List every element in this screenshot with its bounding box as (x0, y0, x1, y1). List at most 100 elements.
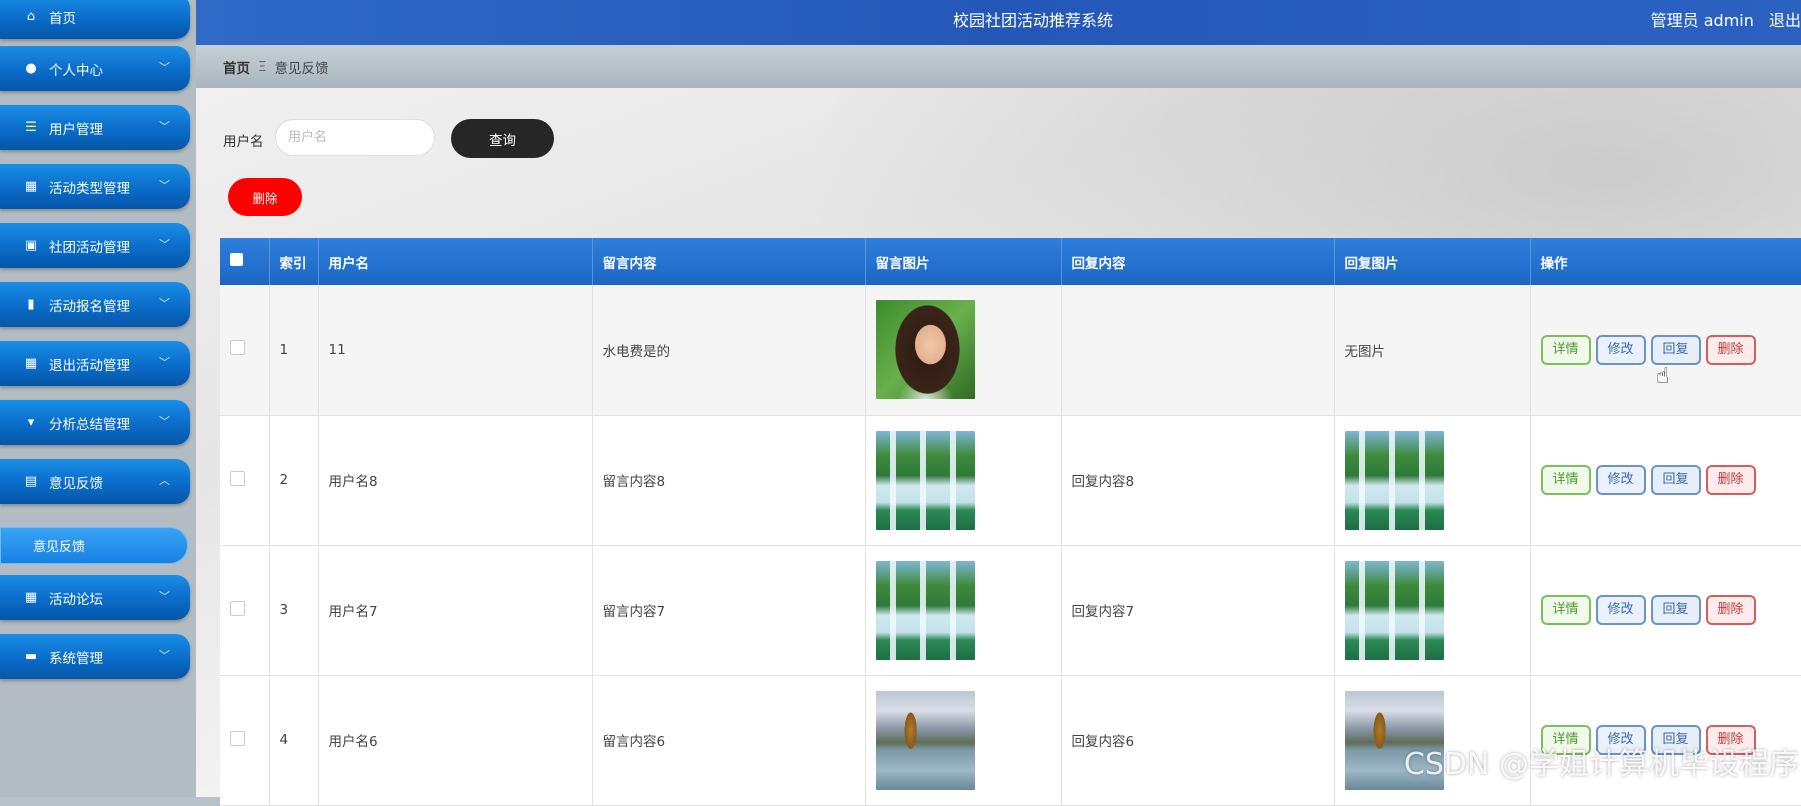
sidebar-item-activity-type[interactable]: ▦ 活动类型管理 ﹀ (0, 164, 190, 209)
edit-button[interactable]: 修改 (1595, 595, 1646, 625)
chevron-down-icon: ﹀ (159, 297, 170, 310)
cell-image (865, 545, 1062, 676)
lake-photo (875, 690, 975, 790)
chevron-down-icon: ﹀ (159, 179, 170, 192)
sidebar-item-activity-signup[interactable]: ▮ 活动报名管理 ﹀ (0, 282, 190, 327)
chevron-down-icon: ﹀ (159, 356, 170, 369)
cell-index: 4 (269, 675, 319, 806)
username-search-input[interactable] (275, 119, 435, 156)
cell-index: 2 (269, 415, 319, 546)
sidebar-item-label: 首页 (49, 10, 76, 27)
sidebar-item-label: 退出活动管理 (49, 357, 130, 374)
cell-actions: 详情 修改 回复 删除 (1530, 415, 1801, 546)
sidebar-subitem-feedback[interactable]: 意见反馈 (0, 527, 188, 564)
column-header[interactable]: 用户名 (318, 238, 593, 285)
column-header[interactable]: 留言图片 (865, 238, 1062, 285)
sidebar-item-label: 活动报名管理 (49, 298, 130, 315)
cell-image (865, 415, 1062, 546)
column-header[interactable]: 索引 (269, 238, 319, 285)
sidebar-item-label: 个人中心 (49, 62, 103, 79)
breadcrumb-home[interactable]: 首页 (223, 57, 250, 77)
sidebar-item-label: 意见反馈 (49, 475, 103, 492)
sidebar-item-quit-activity[interactable]: ▦ 退出活动管理 ﹀ (0, 341, 190, 386)
row-checkbox[interactable] (230, 600, 245, 616)
cell-reply-image: 无图片 (1334, 285, 1531, 416)
cell-username: 11 (318, 285, 593, 416)
chevron-up-icon: ︿ (159, 474, 170, 487)
column-header: 操作 (1530, 238, 1801, 285)
sidebar-item-personal-center[interactable]: ● 个人中心 ﹀ (0, 46, 190, 91)
chevron-down-icon: ﹀ (159, 415, 170, 428)
edit-button[interactable]: 修改 (1595, 465, 1646, 495)
waterfall-photo (875, 430, 975, 530)
sidebar: ⌂ 首页 ● 个人中心 ﹀ ☰ 用户管理 ﹀ ▦ 活动类型管理 ﹀ ▣ 社团活动… (0, 0, 196, 797)
feedback-table: 索引 用户名 留言内容 留言图片 回复内容 回复图片 操作 1 11 水电费是的… (220, 238, 1801, 806)
clipboard-icon: ▣ (24, 238, 38, 253)
portrait-photo (875, 300, 975, 400)
logout-link[interactable]: 退出 (1769, 11, 1801, 30)
sidebar-item-label: 系统管理 (49, 650, 103, 667)
delete-button[interactable]: 删除 (1705, 465, 1756, 495)
sidebar-subitem-label: 意见反馈 (33, 540, 86, 555)
row-checkbox[interactable] (230, 340, 245, 356)
sidebar-item-activity-forum[interactable]: ▦ 活动论坛 ﹀ (0, 575, 190, 620)
sidebar-item-feedback[interactable]: ▤ 意见反馈 ︿ (0, 459, 190, 504)
cell-reply: 回复内容6 (1061, 675, 1335, 806)
cell-username: 用户名8 (318, 415, 593, 546)
cell-username: 用户名6 (318, 675, 593, 806)
table-header-row: 索引 用户名 留言内容 留言图片 回复内容 回复图片 操作 (220, 238, 1801, 285)
waterfall-photo (1344, 430, 1444, 530)
search-button[interactable]: 查询 (451, 119, 554, 158)
sidebar-item-club-activity[interactable]: ▣ 社团活动管理 ﹀ (0, 223, 190, 268)
cell-actions: 详情 修改 回复 删除 (1530, 285, 1801, 416)
sidebar-item-user-management[interactable]: ☰ 用户管理 ﹀ (0, 105, 190, 150)
detail-button[interactable]: 详情 (1540, 595, 1591, 625)
column-header[interactable]: 回复图片 (1334, 238, 1531, 285)
row-checkbox[interactable] (230, 470, 245, 486)
delete-button[interactable]: 删除 (1705, 334, 1756, 365)
sidebar-item-home[interactable]: ⌂ 首页 (0, 0, 190, 39)
reply-button[interactable]: 回复 (1650, 334, 1701, 365)
reply-button[interactable]: 回复 (1650, 465, 1701, 495)
cell-reply: 回复内容7 (1061, 545, 1335, 676)
cell-content: 留言内容6 (592, 675, 866, 806)
select-all-cell (220, 238, 270, 285)
briefcase-icon: ▤ (24, 474, 38, 489)
search-label: 用户名 (223, 134, 264, 150)
chevron-down-icon: ﹀ (159, 590, 170, 603)
sidebar-item-label: 活动论坛 (49, 591, 103, 608)
main-content: 用户名 查询 删除 索引 用户名 留言内容 留言图片 回复内容 回复图片 操作 … (196, 88, 1801, 806)
breadcrumb: 首页 Ξ 意见反馈 (196, 45, 1801, 88)
home-icon: ⌂ (26, 9, 36, 24)
delete-button[interactable]: 删除 (1705, 595, 1756, 625)
detail-button[interactable]: 详情 (1540, 465, 1591, 495)
watermark: CSDN @学姐计算机毕设程序 (1403, 747, 1799, 782)
select-all-checkbox[interactable] (230, 253, 243, 266)
chevron-down-icon: ﹀ (159, 238, 170, 251)
cell-image (865, 675, 1062, 806)
cell-index: 1 (269, 285, 319, 416)
app-title: 校园社团活动推荐系统 (953, 11, 1114, 30)
cell-username: 用户名7 (318, 545, 593, 676)
pin-icon: ▾ (27, 415, 35, 430)
edit-button[interactable]: 修改 (1595, 334, 1646, 365)
row-checkbox[interactable] (230, 730, 245, 746)
cell-reply (1061, 285, 1335, 416)
breadcrumb-separator: Ξ (258, 58, 267, 75)
sidebar-item-system-management[interactable]: ▬ 系统管理 ﹀ (0, 634, 190, 679)
cell-content: 水电费是的 (592, 285, 866, 416)
batch-delete-button[interactable]: 删除 (228, 178, 302, 216)
detail-button[interactable]: 详情 (1540, 334, 1591, 365)
cell-content: 留言内容8 (592, 415, 866, 546)
monitor-icon: ▬ (24, 649, 38, 664)
column-header[interactable]: 留言内容 (592, 238, 866, 285)
reply-button[interactable]: 回复 (1650, 595, 1701, 625)
grid-icon: ▦ (24, 179, 38, 194)
cell-reply-image (1334, 545, 1531, 676)
user-icon: ● (25, 61, 37, 76)
table-row: 2 用户名8 留言内容8 回复内容8 详情 修改 回复 删除 (220, 415, 1801, 546)
column-header[interactable]: 回复内容 (1061, 238, 1335, 285)
list-icon: ☰ (25, 120, 37, 135)
cell-content: 留言内容7 (592, 545, 866, 676)
sidebar-item-analysis-summary[interactable]: ▾ 分析总结管理 ﹀ (0, 400, 190, 445)
